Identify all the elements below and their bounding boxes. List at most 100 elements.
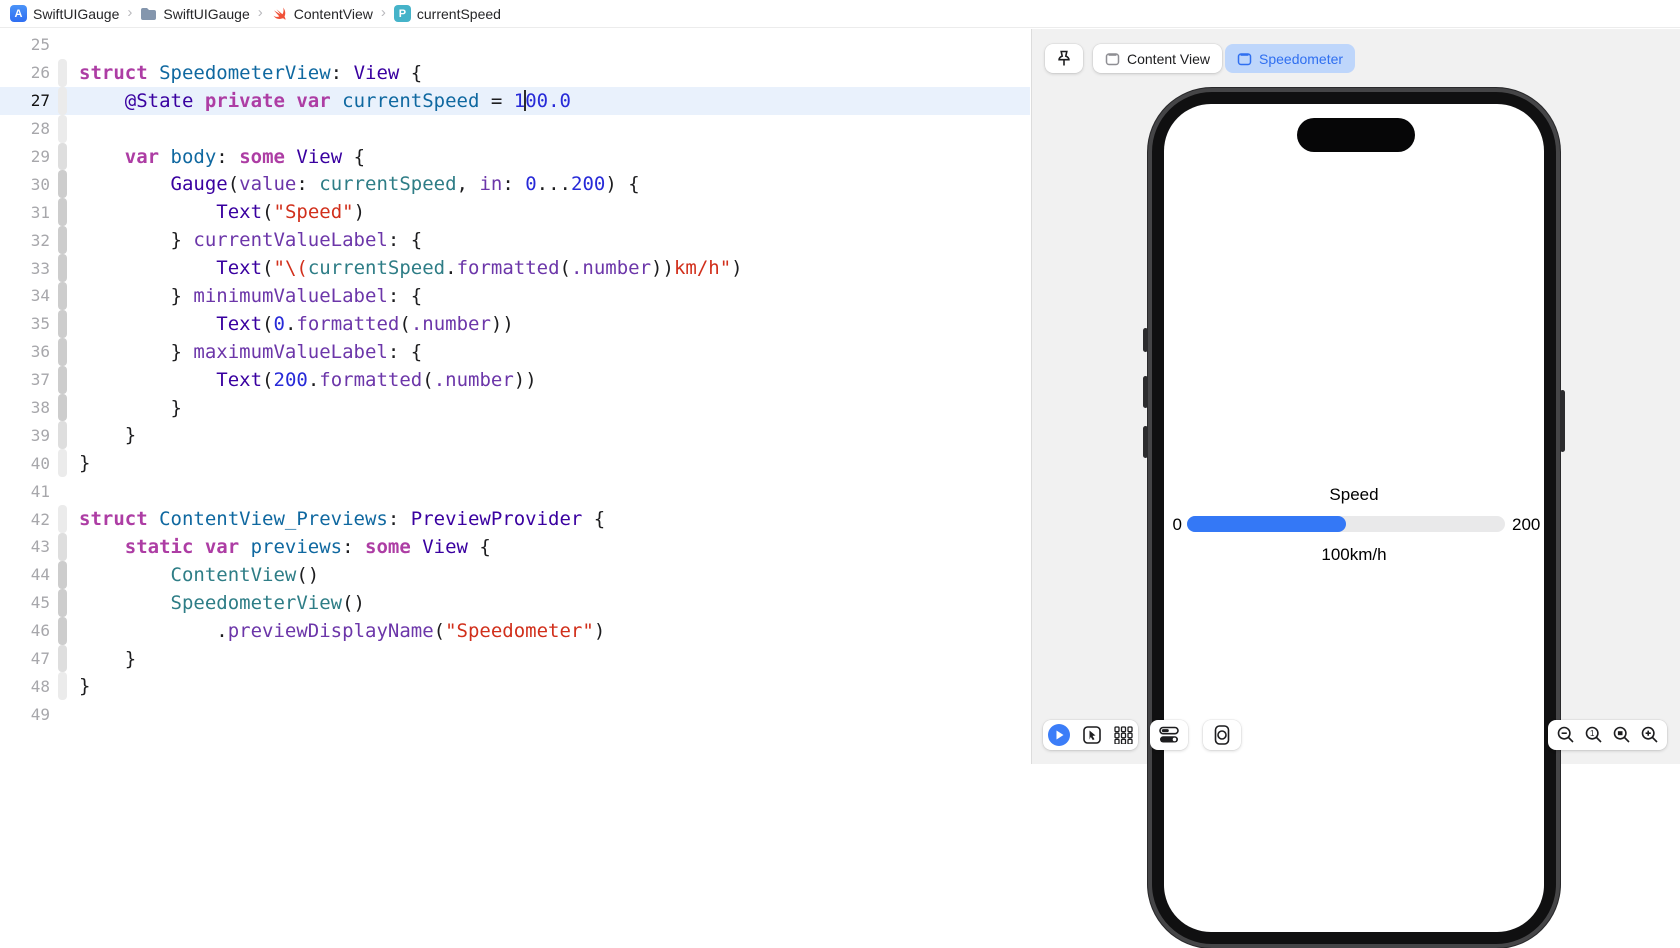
breadcrumb: A SwiftUIGauge › SwiftUIGauge › ContentV… bbox=[0, 0, 1680, 28]
scope-ribbon bbox=[58, 337, 67, 366]
chevron-right-icon: › bbox=[380, 4, 386, 21]
code-line-35[interactable]: 35 Text(0.formatted(.number)) bbox=[0, 309, 1030, 338]
line-number: 41 bbox=[30, 481, 50, 501]
line-number: 47 bbox=[30, 649, 50, 669]
device-bezel-icon bbox=[1214, 725, 1230, 745]
source-editor[interactable]: 25 26 struct SpeedometerView: View {27 @St… bbox=[0, 29, 1030, 764]
gauge-fill bbox=[1187, 516, 1346, 532]
line-number: 32 bbox=[30, 230, 50, 250]
play-icon bbox=[1048, 724, 1070, 746]
dynamic-island bbox=[1297, 118, 1415, 152]
code-line-25[interactable]: 25 bbox=[0, 31, 1030, 59]
code-line-40[interactable]: 40} bbox=[0, 449, 1030, 478]
code-line-34[interactable]: 34 } minimumValueLabel: { bbox=[0, 282, 1030, 310]
live-preview-button[interactable] bbox=[1048, 724, 1070, 746]
line-number: 40 bbox=[30, 453, 50, 473]
zoom-out-button[interactable] bbox=[1557, 726, 1575, 744]
scope-ribbon bbox=[58, 588, 67, 617]
scope-ribbon bbox=[58, 477, 67, 505]
code-line-41[interactable]: 41 bbox=[0, 477, 1030, 505]
selectable-mode-button[interactable] bbox=[1083, 726, 1101, 744]
svg-text:1: 1 bbox=[1589, 729, 1594, 738]
preview-mode-toolbar bbox=[1043, 720, 1138, 750]
device-bezels-button[interactable] bbox=[1203, 720, 1241, 750]
tab-content-view[interactable]: Content View bbox=[1093, 44, 1223, 73]
scope-ribbon bbox=[58, 700, 67, 728]
iphone-preview-frame: Speed 0 200 100km/h bbox=[1143, 88, 1565, 948]
scope-ribbon bbox=[58, 365, 67, 394]
line-number: 42 bbox=[30, 509, 50, 529]
power-button bbox=[1560, 390, 1565, 452]
breadcrumb-group[interactable]: SwiftUIGauge bbox=[140, 6, 250, 22]
breadcrumb-label: SwiftUIGauge bbox=[33, 5, 120, 22]
mute-switch bbox=[1143, 328, 1148, 352]
scope-ribbon bbox=[58, 58, 67, 87]
code-line-48[interactable]: 48} bbox=[0, 672, 1030, 701]
code-line-44[interactable]: 44 ContentView() bbox=[0, 560, 1030, 589]
volume-down-button bbox=[1143, 426, 1148, 458]
gauge-max-label: 200 bbox=[1512, 515, 1541, 534]
code-line-36[interactable]: 36 } maximumValueLabel: { bbox=[0, 337, 1030, 366]
zoom-to-fit-button[interactable] bbox=[1613, 726, 1631, 744]
folder-icon bbox=[141, 7, 157, 20]
code-lines: 25 26 struct SpeedometerView: View {27 @St… bbox=[0, 31, 1030, 728]
scope-ribbon bbox=[58, 170, 67, 199]
volume-up-button bbox=[1143, 376, 1148, 408]
property-icon: P bbox=[393, 5, 411, 22]
scope-ribbon bbox=[58, 198, 67, 227]
code-line-42[interactable]: 42 struct ContentView_Previews: PreviewPr… bbox=[0, 505, 1030, 534]
zoom-in-icon bbox=[1641, 726, 1658, 743]
code-line-43[interactable]: 43 static var previews: some View { bbox=[0, 533, 1030, 561]
variants-grid-icon bbox=[1114, 726, 1133, 744]
toggles-icon bbox=[1159, 726, 1179, 743]
breadcrumb-symbol[interactable]: P currentSpeed bbox=[393, 5, 501, 22]
scope-ribbon bbox=[58, 560, 67, 589]
code-line-28[interactable]: 28 bbox=[0, 114, 1030, 143]
code-line-37[interactable]: 37 Text(200.formatted(.number)) bbox=[0, 365, 1030, 394]
variants-button[interactable] bbox=[1114, 726, 1133, 744]
code-line-38[interactable]: 38 } bbox=[0, 393, 1030, 422]
gauge-current-value-label: 100km/h bbox=[1321, 545, 1387, 564]
breadcrumb-label: currentSpeed bbox=[416, 5, 501, 22]
scope-ribbon bbox=[58, 31, 67, 59]
scope-ribbon bbox=[58, 449, 67, 478]
code-line-31[interactable]: 31 Text("Speed") bbox=[0, 198, 1030, 227]
pin-preview-button[interactable] bbox=[1045, 44, 1083, 73]
code-line-47[interactable]: 47 } bbox=[0, 644, 1030, 673]
line-number: 33 bbox=[30, 258, 50, 278]
code-line-29[interactable]: 29 var body: some View { bbox=[0, 142, 1030, 171]
zoom-100-button[interactable]: 1 bbox=[1585, 726, 1603, 744]
line-number: 27 bbox=[30, 91, 50, 111]
line-number: 45 bbox=[30, 593, 50, 613]
code-line-26[interactable]: 26 struct SpeedometerView: View { bbox=[0, 58, 1030, 87]
canvas-device-icon bbox=[1105, 52, 1120, 65]
scope-ribbon bbox=[58, 616, 67, 645]
breadcrumb-project[interactable]: A SwiftUIGauge bbox=[10, 5, 119, 22]
line-number: 43 bbox=[30, 537, 50, 557]
code-line-46[interactable]: 46 .previewDisplayName("Speedometer") bbox=[0, 616, 1030, 645]
code-line-45[interactable]: 45 SpeedometerView() bbox=[0, 588, 1030, 617]
breadcrumb-file[interactable]: ContentView bbox=[271, 6, 373, 22]
code-line-33[interactable]: 33 Text("\(currentSpeed.formatted(.numbe… bbox=[0, 254, 1030, 283]
zoom-toolbar: 1 bbox=[1548, 720, 1667, 750]
zoom-in-button[interactable] bbox=[1641, 726, 1659, 744]
code-line-27[interactable]: 27 @State private var currentSpeed = 100… bbox=[0, 86, 1030, 115]
scope-ribbon bbox=[58, 505, 67, 534]
line-number: 29 bbox=[30, 147, 50, 166]
code-line-39[interactable]: 39 } bbox=[0, 421, 1030, 450]
line-number: 46 bbox=[30, 621, 50, 641]
gauge-title: Speed bbox=[1329, 485, 1379, 504]
scope-ribbon bbox=[58, 142, 67, 171]
gauge-track bbox=[1187, 516, 1505, 532]
tab-speedometer[interactable]: Speedometer bbox=[1225, 44, 1356, 73]
code-line-32[interactable]: 32 } currentValueLabel: { bbox=[0, 226, 1030, 255]
tab-label: Speedometer bbox=[1259, 50, 1344, 67]
scope-ribbon bbox=[58, 421, 67, 450]
line-number: 37 bbox=[30, 370, 50, 390]
line-number: 36 bbox=[30, 342, 50, 362]
line-number: 31 bbox=[30, 202, 50, 222]
canvas-device-icon bbox=[1237, 52, 1252, 65]
code-line-49[interactable]: 49 bbox=[0, 700, 1030, 728]
code-line-30[interactable]: 30 Gauge(value: currentSpeed, in: 0...20… bbox=[0, 170, 1030, 199]
device-settings-button[interactable] bbox=[1150, 720, 1188, 750]
